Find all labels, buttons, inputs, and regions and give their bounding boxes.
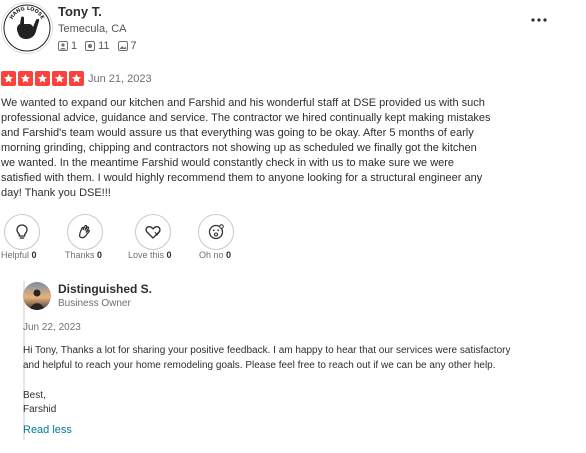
friends-icon bbox=[58, 41, 68, 51]
reviewer-name[interactable]: Tony T. bbox=[58, 4, 102, 19]
lightbulb-icon bbox=[16, 224, 28, 239]
review-text-line: and Farshid's team would assure us that … bbox=[1, 127, 474, 139]
helpful-reaction-button[interactable] bbox=[4, 214, 40, 250]
reviewer-stats: 1 11 7 bbox=[58, 40, 137, 52]
owner-avatar[interactable] bbox=[23, 282, 51, 310]
oh-no-reaction-button[interactable] bbox=[198, 214, 234, 250]
star-icon bbox=[69, 71, 84, 86]
ellipsis-icon bbox=[531, 18, 547, 22]
reply-text-line: and helpful to reach your home remodelin… bbox=[23, 360, 496, 371]
read-less-link[interactable]: Read less bbox=[23, 424, 72, 436]
signature-text: Farshid bbox=[23, 404, 57, 415]
review-text-line: day! Thank you DSE!!! bbox=[1, 187, 111, 199]
helpful-reaction-label: Helpful 0 bbox=[1, 250, 37, 260]
owner-reply-date: Jun 22, 2023 bbox=[23, 322, 81, 333]
love-this-reaction-button[interactable] bbox=[135, 214, 171, 250]
owner-name[interactable]: Distinguished S. bbox=[58, 282, 152, 296]
review-text-line: satisfied with them. I would highly reco… bbox=[1, 172, 483, 184]
review-text: We wanted to expand our kitchen and Fars… bbox=[1, 96, 501, 201]
thanks-reaction-label: Thanks 0 bbox=[65, 250, 103, 260]
star-icon bbox=[18, 71, 33, 86]
owner-signoff: Best, Farshid bbox=[23, 389, 56, 417]
review-date: Jun 21, 2023 bbox=[88, 73, 152, 85]
thanks-reaction-button[interactable] bbox=[67, 214, 103, 250]
review-icon bbox=[85, 41, 96, 51]
star-icon bbox=[35, 71, 50, 86]
review-text-line: morning grinding, chipping and contracto… bbox=[1, 142, 477, 154]
owner-photo-icon bbox=[23, 282, 51, 310]
heart-icon bbox=[145, 226, 161, 239]
clapping-hands-icon bbox=[78, 224, 90, 239]
friends-stat: 1 bbox=[58, 40, 77, 52]
closing-text: Best, bbox=[23, 390, 46, 401]
photos-count: 7 bbox=[130, 40, 137, 52]
more-options-button[interactable] bbox=[530, 7, 548, 28]
reviewer-avatar[interactable]: HANG LOOSE bbox=[1, 2, 53, 54]
photos-stat: 7 bbox=[117, 40, 137, 52]
svg-text:HANG LOOSE: HANG LOOSE bbox=[9, 6, 46, 21]
photo-icon bbox=[117, 41, 128, 51]
friends-count: 1 bbox=[71, 40, 78, 52]
owner-reply-text: Hi Tony, Thanks a lot for sharing your p… bbox=[23, 343, 568, 373]
reviews-stat: 11 bbox=[85, 40, 110, 52]
hang-loose-logo-icon: HANG LOOSE bbox=[3, 4, 51, 52]
review-text-line: We wanted to expand our kitchen and Fars… bbox=[1, 97, 485, 109]
reply-text-line: Hi Tony, Thanks a lot for sharing your p… bbox=[23, 345, 511, 356]
star-rating bbox=[1, 71, 84, 86]
review-text-line: professional advice, guidance and servic… bbox=[1, 112, 491, 124]
love-this-reaction-label: Love this 0 bbox=[128, 250, 172, 260]
surprised-face-icon bbox=[208, 224, 224, 240]
oh-no-reaction-label: Oh no 0 bbox=[199, 250, 232, 260]
star-icon bbox=[52, 71, 67, 86]
star-icon bbox=[1, 71, 16, 86]
owner-role: Business Owner bbox=[58, 298, 131, 309]
reviewer-location: Temecula, CA bbox=[58, 23, 127, 35]
review-text-line: we wanted. In the meantime Farshid would… bbox=[1, 157, 455, 169]
reviews-count: 11 bbox=[98, 40, 110, 52]
